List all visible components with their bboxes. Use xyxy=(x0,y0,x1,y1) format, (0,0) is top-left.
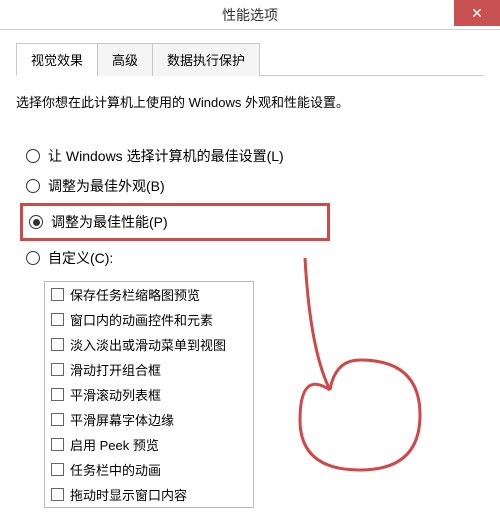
performance-options-list[interactable]: 保存任务栏缩略图预览 窗口内的动画控件和元素 淡入淡出或滑动菜单到视图 滑动打开… xyxy=(44,281,254,508)
tab-label: 数据执行保护 xyxy=(167,53,245,68)
checkbox-label: 拖动时显示窗口内容 xyxy=(70,485,187,504)
radio-icon xyxy=(26,251,40,265)
tab-strip: 视觉效果 高级 数据执行保护 xyxy=(16,42,484,76)
checkbox-row[interactable]: 平滑滚动列表框 xyxy=(45,382,253,407)
checkbox-label: 平滑滚动列表框 xyxy=(70,385,161,404)
checkbox-icon xyxy=(51,388,64,401)
checkbox-row[interactable]: 平滑屏幕字体边缘 xyxy=(45,407,253,432)
checkbox-label: 平滑屏幕字体边缘 xyxy=(70,410,174,429)
checkbox-label: 启用 Peek 预览 xyxy=(70,435,159,454)
checkbox-icon xyxy=(51,288,64,301)
close-button[interactable]: ✕ xyxy=(454,0,500,26)
checkbox-row[interactable]: 保存任务栏缩略图预览 xyxy=(45,282,253,307)
checkbox-icon xyxy=(51,338,64,351)
checkbox-label: 保存任务栏缩略图预览 xyxy=(70,285,200,304)
radio-label: 调整为最佳外观(B) xyxy=(48,176,165,196)
tab-label: 高级 xyxy=(112,53,138,68)
radio-label: 自定义(C): xyxy=(48,248,113,268)
close-icon: ✕ xyxy=(471,5,483,22)
checkbox-icon xyxy=(51,463,64,476)
tab-visual-effects[interactable]: 视觉效果 xyxy=(16,43,98,76)
tab-label: 视觉效果 xyxy=(31,53,83,68)
checkbox-icon xyxy=(51,413,64,426)
checkbox-row[interactable]: 滑动打开组合框 xyxy=(45,357,253,382)
radio-best-performance[interactable]: 调整为最佳性能(P) xyxy=(20,203,330,241)
checkbox-icon xyxy=(51,488,64,501)
checkbox-row[interactable]: 任务栏中的动画 xyxy=(45,457,253,482)
window-title: 性能选项 xyxy=(222,5,278,25)
checkbox-label: 任务栏中的动画 xyxy=(70,460,161,479)
checkbox-row[interactable]: 拖动时显示窗口内容 xyxy=(45,482,253,507)
radio-label: 让 Windows 选择计算机的最佳设置(L) xyxy=(48,146,284,166)
instruction-text: 选择你想在此计算机上使用的 Windows 外观和性能设置。 xyxy=(16,92,484,111)
radio-icon xyxy=(29,215,43,229)
checkbox-label: 滑动打开组合框 xyxy=(70,360,161,379)
checkbox-icon xyxy=(51,363,64,376)
checkbox-row[interactable]: 淡入淡出或滑动菜单到视图 xyxy=(45,332,253,357)
radio-icon xyxy=(26,149,40,163)
radio-custom[interactable]: 自定义(C): xyxy=(20,243,484,273)
tab-dep[interactable]: 数据执行保护 xyxy=(152,43,260,76)
radio-group: 让 Windows 选择计算机的最佳设置(L) 调整为最佳外观(B) 调整为最佳… xyxy=(20,141,484,273)
checkbox-row[interactable]: 启用 Peek 预览 xyxy=(45,432,253,457)
tab-advanced[interactable]: 高级 xyxy=(97,43,153,76)
radio-best-appearance[interactable]: 调整为最佳外观(B) xyxy=(20,171,484,201)
checkbox-row[interactable]: 窗口内的动画控件和元素 xyxy=(45,307,253,332)
checkbox-icon xyxy=(51,313,64,326)
checkbox-icon xyxy=(51,438,64,451)
content-area: 视觉效果 高级 数据执行保护 选择你想在此计算机上使用的 Windows 外观和… xyxy=(0,30,500,520)
radio-let-windows-choose[interactable]: 让 Windows 选择计算机的最佳设置(L) xyxy=(20,141,484,171)
checkbox-label: 淡入淡出或滑动菜单到视图 xyxy=(70,335,226,354)
radio-label: 调整为最佳性能(P) xyxy=(51,212,168,232)
checkbox-label: 窗口内的动画控件和元素 xyxy=(70,310,213,329)
radio-icon xyxy=(26,179,40,193)
titlebar: 性能选项 ✕ xyxy=(0,0,500,30)
